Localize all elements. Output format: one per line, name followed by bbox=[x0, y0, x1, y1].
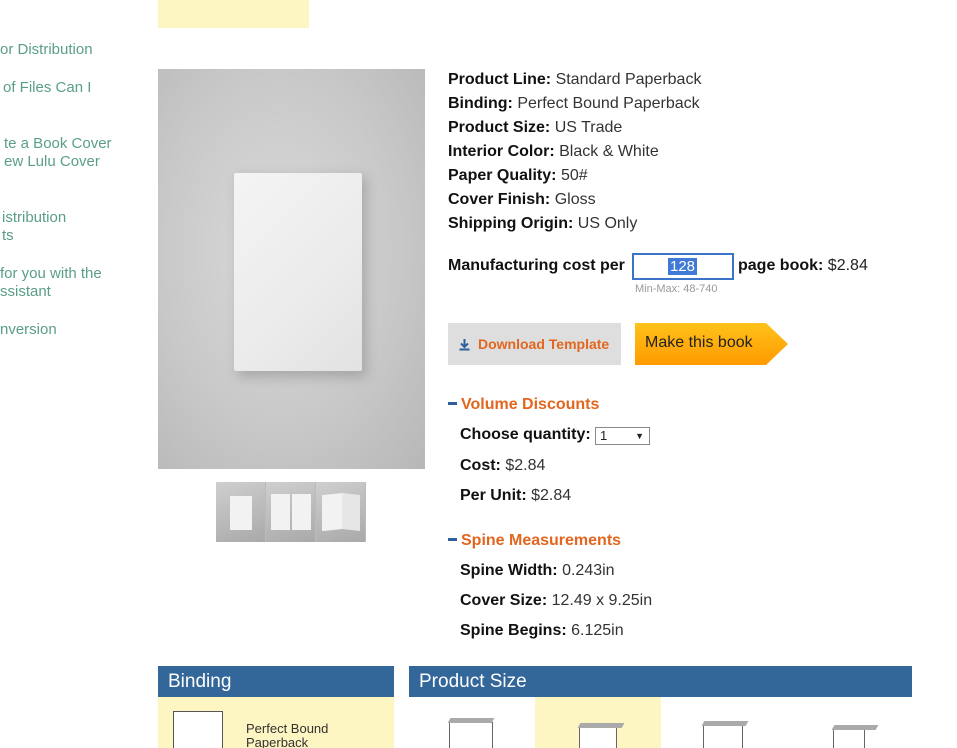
volume-discounts-toggle[interactable]: Volume Discounts bbox=[448, 396, 599, 414]
make-this-book-label: Make this book bbox=[645, 334, 753, 351]
manufacturing-cost-value: $2.84 bbox=[827, 257, 868, 274]
spec-binding: Binding: Perfect Bound Paperback bbox=[448, 92, 701, 116]
sidebar-link-text: ew Lulu Cover bbox=[4, 153, 100, 170]
spine-width-row: Spine Width: 0.243in bbox=[460, 562, 615, 580]
spec-paper-quality: Paper Quality: 50# bbox=[448, 164, 701, 188]
spec-label: Product Line: bbox=[448, 71, 552, 88]
choose-quantity-label: Choose quantity: bbox=[460, 426, 591, 443]
spine-width-label: Spine Width: bbox=[460, 562, 558, 579]
spine-measurements-toggle[interactable]: Spine Measurements bbox=[448, 532, 621, 550]
spec-label: Product Size: bbox=[448, 119, 551, 136]
spine-begins-label: Spine Begins: bbox=[460, 622, 567, 639]
top-highlight-block bbox=[158, 0, 309, 28]
sidebar-link-distribution[interactable]: or Distribution bbox=[0, 41, 93, 59]
spec-label: Cover Finish: bbox=[448, 191, 551, 208]
quantity-selected-value: 1 bbox=[600, 428, 608, 443]
sidebar-link-text: istribution bbox=[2, 209, 67, 226]
choose-quantity-row: Choose quantity: bbox=[460, 426, 591, 444]
binding-option-label: Perfect Bound Paperback bbox=[246, 721, 329, 748]
collapse-minus-icon bbox=[448, 537, 457, 541]
binding-option-perfect-bound[interactable]: Perfect Bound Paperback bbox=[158, 697, 394, 748]
sidebar-link-assistant[interactable]: for you with the ssistant bbox=[0, 265, 102, 301]
spec-value: Black & White bbox=[559, 143, 659, 160]
blank-book-mockup bbox=[234, 173, 362, 371]
thumbnail-strip bbox=[216, 482, 366, 542]
sidebar-link-text: ts bbox=[2, 227, 14, 244]
spec-value: 50# bbox=[560, 167, 588, 184]
make-this-book-button[interactable]: Make this book bbox=[635, 323, 789, 365]
book-size-icon bbox=[703, 725, 743, 748]
quantity-select[interactable]: 1 ▼ bbox=[595, 427, 650, 445]
download-template-button[interactable]: Download Template bbox=[448, 323, 621, 365]
sidebar-link-text: for you with the bbox=[0, 265, 102, 282]
thumbnail-angled-book[interactable] bbox=[316, 482, 366, 542]
dropdown-arrow-icon: ▼ bbox=[635, 431, 644, 441]
sidebar-link-text: te a Book Cover bbox=[4, 135, 112, 152]
product-specs: Product Line: Standard Paperback Binding… bbox=[448, 68, 701, 236]
spine-measurements-title: Spine Measurements bbox=[461, 532, 622, 549]
per-unit-value: $2.84 bbox=[531, 487, 572, 504]
page-count-selected-text: 128 bbox=[668, 258, 698, 275]
per-unit-row: Per Unit: $2.84 bbox=[460, 487, 571, 505]
spec-interior-color: Interior Color: Black & White bbox=[448, 140, 701, 164]
product-size-panel-header: Product Size bbox=[409, 666, 912, 697]
cost-value: $2.84 bbox=[505, 457, 546, 474]
size-option-1[interactable] bbox=[409, 697, 535, 748]
spec-label: Shipping Origin: bbox=[448, 215, 574, 232]
download-template-label: Download Template bbox=[478, 336, 610, 352]
sidebar-link-files[interactable]: of Files Can I bbox=[3, 79, 91, 97]
collapse-minus-icon bbox=[448, 401, 457, 405]
perfect-bound-book-icon bbox=[173, 711, 223, 748]
binding-panel-header: Binding bbox=[158, 666, 394, 697]
spec-value: US Only bbox=[577, 215, 638, 232]
cover-size-row: Cover Size: 12.49 x 9.25in bbox=[460, 592, 652, 610]
sidebar-link-text: or Distribution bbox=[0, 41, 93, 58]
sidebar-link-text: nversion bbox=[0, 321, 57, 338]
spec-value: Gloss bbox=[554, 191, 596, 208]
sidebar-link-distribution-2[interactable]: istribution ts bbox=[2, 209, 66, 245]
spec-label: Paper Quality: bbox=[448, 167, 557, 184]
spec-value: Standard Paperback bbox=[555, 71, 702, 88]
size-option-4[interactable] bbox=[787, 697, 913, 748]
download-icon bbox=[459, 338, 470, 350]
cover-size-label: Cover Size: bbox=[460, 592, 548, 609]
sidebar-link-text: ssistant bbox=[0, 283, 51, 300]
thumbnail-open-book[interactable] bbox=[266, 482, 316, 542]
spec-label: Binding: bbox=[448, 95, 513, 112]
thumbnail-closed-book[interactable] bbox=[216, 482, 266, 542]
manufacturing-cost-suffix: page book: $2.84 bbox=[738, 257, 868, 275]
spec-label: Interior Color: bbox=[448, 143, 555, 160]
size-option-us-trade[interactable] bbox=[535, 697, 661, 748]
page-book-label: page book: bbox=[738, 257, 824, 274]
sidebar-nav: or Distribution of Files Can I te a Book… bbox=[0, 0, 140, 360]
volume-discounts-title: Volume Discounts bbox=[461, 396, 600, 413]
spec-value: US Trade bbox=[554, 119, 623, 136]
manufacturing-cost-label: Manufacturing cost per bbox=[448, 257, 625, 274]
per-unit-label: Per Unit: bbox=[460, 487, 527, 504]
sidebar-link-book-cover[interactable]: te a Book Cover ew Lulu Cover bbox=[4, 135, 112, 171]
spine-width-value: 0.243in bbox=[562, 562, 615, 579]
sidebar-link-text: of Files Can I bbox=[3, 79, 92, 96]
spec-product-size: Product Size: US Trade bbox=[448, 116, 701, 140]
spine-begins-row: Spine Begins: 6.125in bbox=[460, 622, 624, 640]
book-size-icon bbox=[579, 727, 617, 748]
cost-label: Cost: bbox=[460, 457, 501, 474]
cover-size-value: 12.49 x 9.25in bbox=[551, 592, 653, 609]
size-option-3[interactable] bbox=[661, 697, 787, 748]
sidebar-link-conversion[interactable]: nversion bbox=[0, 321, 57, 339]
book-size-icon bbox=[449, 722, 493, 748]
cost-row: Cost: $2.84 bbox=[460, 457, 545, 475]
spec-cover-finish: Cover Finish: Gloss bbox=[448, 188, 701, 212]
spec-product-line: Product Line: Standard Paperback bbox=[448, 68, 701, 92]
book-size-icon bbox=[833, 729, 865, 748]
product-image bbox=[158, 69, 425, 469]
spec-value: Perfect Bound Paperback bbox=[517, 95, 700, 112]
page-count-hint: Min-Max: 48-740 bbox=[635, 283, 718, 295]
spine-begins-value: 6.125in bbox=[571, 622, 624, 639]
spec-shipping-origin: Shipping Origin: US Only bbox=[448, 212, 701, 236]
